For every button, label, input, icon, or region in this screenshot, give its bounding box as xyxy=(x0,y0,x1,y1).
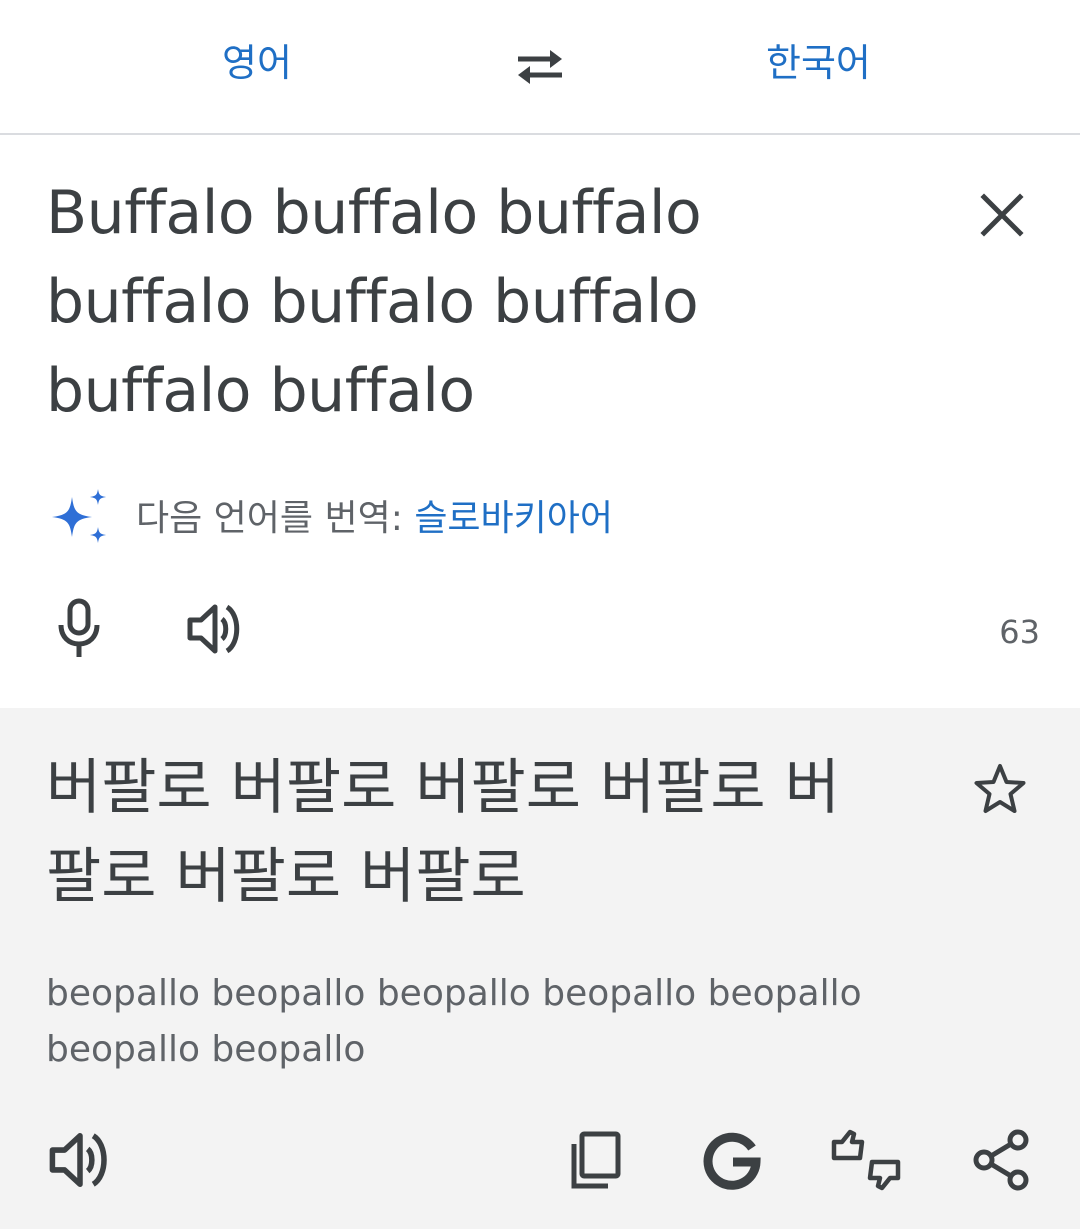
star-icon xyxy=(974,764,1026,813)
source-language-button[interactable]: 영어 xyxy=(222,36,292,90)
translated-text[interactable]: 버팔로 버팔로 버팔로 버팔로 버 팔로 버팔로 버팔로 xyxy=(46,744,936,922)
source-text[interactable]: Buffalo buffalo buffalo buffalo buffalo … xyxy=(46,169,946,436)
translated-text-line: 팔로 버팔로 버팔로 xyxy=(46,842,526,912)
rate-translation-button[interactable] xyxy=(830,1128,901,1192)
output-toolbar xyxy=(0,1118,1080,1208)
detected-language-suggestion[interactable]: 다음 언어를 번역: 슬로바키아어 xyxy=(46,485,846,555)
google-icon xyxy=(703,1132,761,1190)
sparkle-icon xyxy=(52,489,106,543)
feedback-icon xyxy=(831,1129,901,1191)
voice-input-button[interactable] xyxy=(54,597,104,661)
copy-button[interactable] xyxy=(562,1128,626,1192)
speaker-icon xyxy=(187,604,240,654)
listen-source-button[interactable] xyxy=(186,601,244,657)
share-icon xyxy=(973,1129,1029,1191)
target-language-button[interactable]: 한국어 xyxy=(766,36,871,90)
clear-button[interactable] xyxy=(976,189,1028,241)
source-text-line: buffalo buffalo xyxy=(46,356,475,426)
speaker-icon xyxy=(49,1132,107,1188)
close-icon xyxy=(980,193,1024,237)
romanization-line: beopallo beopallo xyxy=(46,1029,366,1070)
listen-translation-button[interactable] xyxy=(48,1128,112,1192)
microphone-icon xyxy=(58,598,100,657)
swap-arrows-icon xyxy=(518,50,562,84)
translated-text-line: 버팔로 버팔로 버팔로 버팔로 버 xyxy=(46,753,840,823)
source-text-line: Buffalo buffalo buffalo xyxy=(46,178,702,248)
copy-icon xyxy=(571,1131,621,1189)
detect-prefix: 다음 언어를 번역: xyxy=(136,498,415,539)
save-translation-button[interactable] xyxy=(970,760,1030,820)
language-bar: 영어 한국어 xyxy=(0,0,1080,135)
swap-languages-button[interactable] xyxy=(510,42,570,92)
romanization: beopallo beopallo beopallo beopallo beop… xyxy=(46,966,1006,1078)
romanization-line: beopallo beopallo beopallo beopallo beop… xyxy=(46,973,862,1014)
source-text-line: buffalo buffalo buffalo xyxy=(46,267,699,337)
google-search-button[interactable] xyxy=(700,1128,764,1192)
character-count: 63 xyxy=(999,613,1040,651)
input-toolbar: 63 xyxy=(0,595,1080,675)
translation-output-panel: 버팔로 버팔로 버팔로 버팔로 버 팔로 버팔로 버팔로 beopallo be… xyxy=(0,708,1080,1229)
detected-language-link[interactable]: 슬로바키아어 xyxy=(414,498,613,539)
source-input-panel[interactable]: Buffalo buffalo buffalo buffalo buffalo … xyxy=(0,135,1080,708)
share-button[interactable] xyxy=(970,1128,1034,1192)
